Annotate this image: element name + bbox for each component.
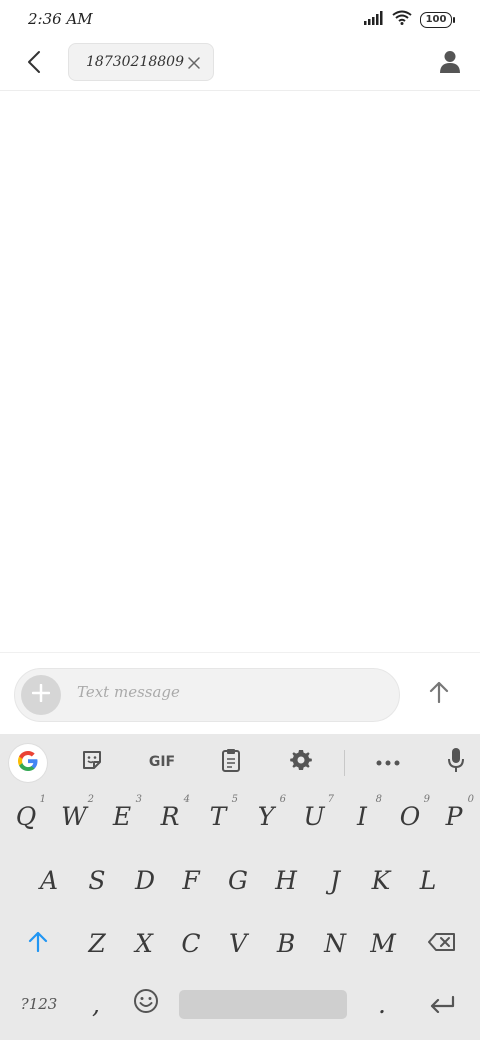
toolbar-divider [344,750,345,776]
back-button[interactable] [18,48,50,80]
plus-icon [31,683,51,706]
send-button[interactable] [420,675,458,713]
arrow-up-icon [429,681,449,707]
more-icon [376,754,400,770]
battery-icon: 100 [420,11,455,28]
key-h[interactable]: H [263,854,309,906]
sticker-button[interactable] [74,744,110,780]
key-c[interactable]: C [168,917,214,969]
recipient-number: 18730218809 [86,54,184,70]
key-p[interactable]: P0 [432,790,476,842]
enter-arrow-icon [429,990,455,1019]
period-key[interactable]: . [362,978,402,1030]
google-search-button[interactable] [9,744,47,782]
key-j[interactable]: J [312,854,358,906]
signal-icon [364,10,384,29]
key-o[interactable]: O9 [388,790,432,842]
key-a[interactable]: A [26,854,72,906]
back-arrow-icon [27,50,41,78]
backspace-key[interactable] [418,917,466,969]
google-icon [16,749,40,777]
recipient-chip[interactable]: 18730218809 [68,43,214,81]
backspace-icon [428,929,456,958]
space-key[interactable] [179,990,347,1019]
key-w[interactable]: W2 [52,790,96,842]
key-z[interactable]: Z [74,917,120,969]
settings-button[interactable] [283,744,319,780]
key-e[interactable]: E3 [100,790,144,842]
comma-key[interactable]: , [76,978,116,1030]
composer-bar [0,652,480,735]
conversation-header: 18730218809 [0,40,480,91]
shift-arrow-icon [28,929,48,958]
key-i[interactable]: I8 [340,790,384,842]
key-d[interactable]: D [122,854,168,906]
enter-key[interactable] [418,978,466,1030]
compose-box [14,668,400,722]
key-m[interactable]: M [358,917,408,969]
emoji-key[interactable] [124,978,168,1030]
voice-input-button[interactable] [438,744,474,780]
mic-icon [447,747,465,777]
key-r[interactable]: R4 [148,790,192,842]
key-b[interactable]: B [263,917,309,969]
sticker-icon [81,749,103,775]
status-time: 2:36 AM [28,10,93,28]
attach-button[interactable] [21,675,61,715]
person-icon [440,50,460,78]
wifi-icon [392,10,412,29]
key-f[interactable]: F [168,854,214,906]
close-icon[interactable] [187,55,201,69]
key-v[interactable]: V [215,917,261,969]
contact-button[interactable] [434,48,466,80]
more-button[interactable] [370,744,406,780]
key-x[interactable]: X [121,917,167,969]
key-g[interactable]: G [215,854,261,906]
key-q[interactable]: Q1 [4,790,48,842]
status-icons: 100 [364,10,455,29]
message-list [0,91,480,651]
keyboard-toolbar: GIF [0,734,480,788]
clipboard-button[interactable] [213,744,249,780]
key-t[interactable]: T5 [196,790,240,842]
key-y[interactable]: Y6 [244,790,288,842]
emoji-icon [133,988,159,1020]
key-l[interactable]: L [405,854,451,906]
keyboard: GIF Q 1 W 2 E 3 R 4 T 5 Y 6 U 7 I 8 O 9 … [0,734,480,1040]
key-u[interactable]: U7 [292,790,336,842]
shift-key[interactable] [14,917,62,969]
gear-icon [289,748,313,776]
key-n[interactable]: N [312,917,358,969]
status-bar: 2:36 AM 100 [0,0,480,40]
symbols-key[interactable]: ?123 [12,978,66,1030]
clipboard-icon [221,748,241,776]
message-input[interactable] [77,683,377,701]
key-s[interactable]: S [74,854,120,906]
gif-button[interactable]: GIF [140,744,184,780]
key-k[interactable]: K [358,854,404,906]
